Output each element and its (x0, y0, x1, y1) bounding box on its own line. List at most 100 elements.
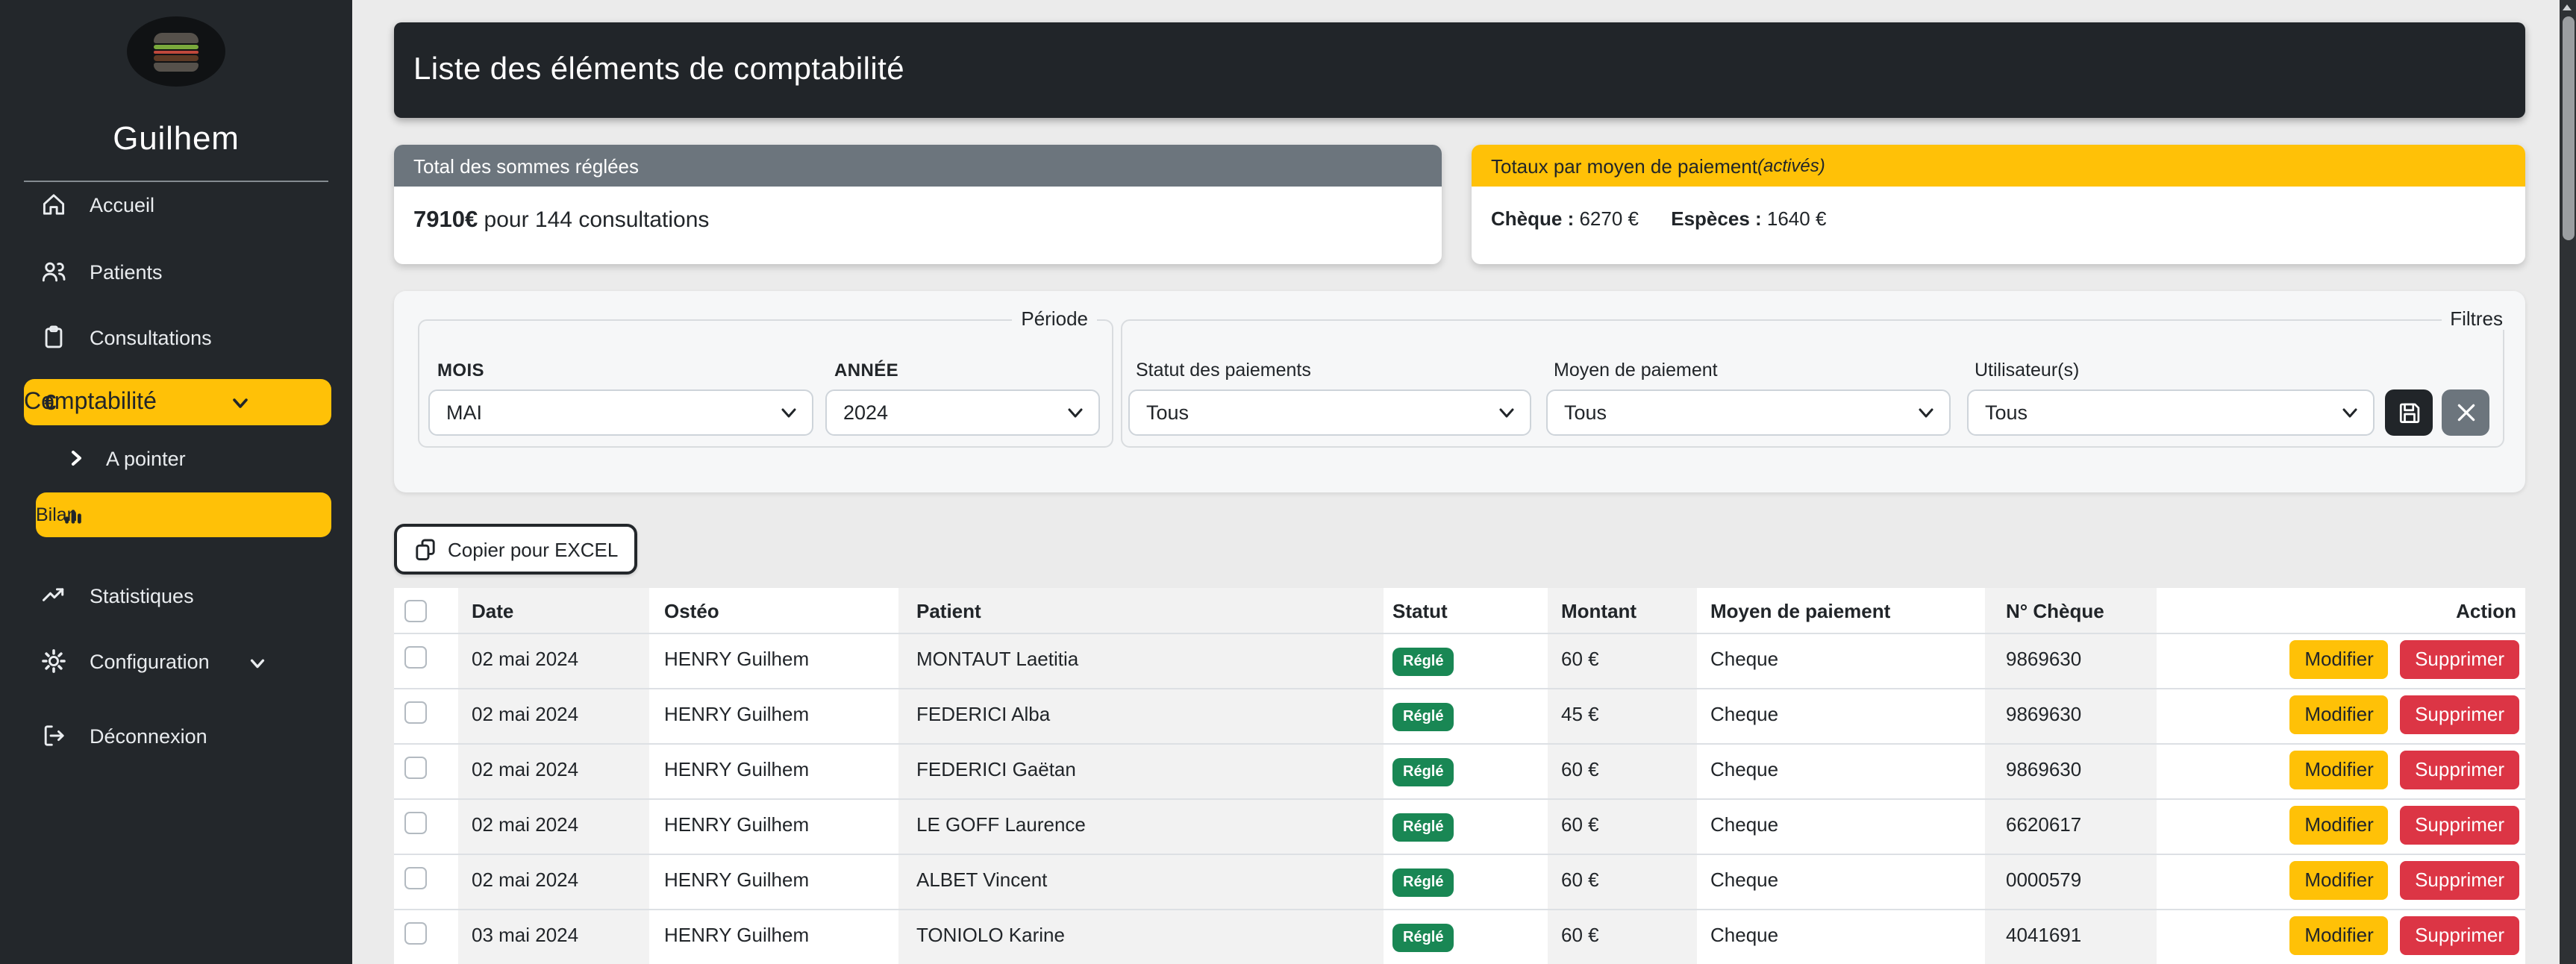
cell-patient: FEDERICI Alba (898, 688, 1384, 743)
cell-osteo: HENRY Guilhem (649, 798, 898, 854)
supprimer-button[interactable]: Supprimer (2400, 806, 2519, 845)
moyen-select-value: Tous (1564, 401, 1607, 424)
card-totaux-title: Totaux par moyen de paiement (1491, 154, 1757, 177)
cell-action: Modifier Supprimer (2157, 909, 2525, 964)
sidebar-item-configuration[interactable]: Configuration (0, 642, 352, 680)
bar-chart-icon (61, 503, 85, 527)
sidebar-item-bilan[interactable]: Bilan (36, 492, 331, 537)
status-badge: Réglé (1392, 924, 1454, 952)
status-badge: Réglé (1392, 758, 1454, 786)
copy-icon (413, 537, 437, 561)
chevron-down-icon (248, 654, 267, 673)
cell-cheque: 4041691 (1985, 909, 2157, 964)
cell-moyen: Cheque (1697, 798, 1985, 854)
cell-montant: 60 € (1548, 743, 1697, 798)
copy-excel-button[interactable]: Copier pour EXCEL (394, 524, 637, 575)
utilisateurs-select-value: Tous (1985, 401, 2028, 424)
scrollbar-thumb[interactable] (2562, 16, 2574, 240)
utilisateurs-select[interactable]: Tous (1967, 389, 2375, 436)
cell-statut: Réglé (1384, 909, 1548, 964)
row-select-cell (394, 798, 458, 854)
row-checkbox[interactable] (404, 757, 427, 779)
row-checkbox[interactable] (404, 812, 427, 834)
sidebar-item-consultations[interactable]: Consultations (0, 318, 352, 357)
sidebar-item-comptabilite[interactable]: € Comptabilité (24, 379, 331, 425)
chevron-down-icon (1918, 407, 1934, 419)
cell-moyen: Cheque (1697, 909, 1985, 964)
especes-total-value: 1640 € (1762, 207, 1827, 230)
cheque-total-label: Chèque : (1491, 207, 1574, 230)
table-row: 02 mai 2024 HENRY Guilhem ALBET Vincent … (394, 854, 2525, 909)
chevron-down-icon (1067, 407, 1084, 419)
sidebar-item-patients[interactable]: Patients (0, 252, 352, 291)
modifier-button[interactable]: Modifier (2289, 861, 2389, 900)
row-checkbox[interactable] (404, 922, 427, 945)
sidebar-item-label: Consultations (90, 326, 212, 348)
col-header-date: Date (458, 588, 649, 633)
cell-moyen: Cheque (1697, 743, 1985, 798)
supprimer-button[interactable]: Supprimer (2400, 861, 2519, 900)
trending-up-icon (40, 582, 67, 609)
sidebar-item-label: Statistiques (90, 584, 194, 607)
col-header-montant: Montant (1548, 588, 1697, 633)
cell-action: Modifier Supprimer (2157, 798, 2525, 854)
col-header-moyen: Moyen de paiement (1697, 588, 1985, 633)
patients-icon (40, 258, 67, 285)
cell-osteo: HENRY Guilhem (649, 909, 898, 964)
status-badge: Réglé (1392, 648, 1454, 676)
sidebar-item-deconnexion[interactable]: Déconnexion (0, 716, 352, 755)
modifier-button[interactable]: Modifier (2289, 695, 2389, 734)
cell-date: 02 mai 2024 (458, 743, 649, 798)
scroll-up-arrow-icon[interactable] (2563, 4, 2572, 10)
supprimer-button[interactable]: Supprimer (2400, 640, 2519, 679)
sidebar-item-a-pointer[interactable]: A pointer (0, 442, 352, 475)
card-totaux-paiement-body: Chèque : 6270 € Espèces : 1640 € (1472, 187, 2525, 230)
sidebar-item-accueil[interactable]: Accueil (0, 185, 352, 224)
supprimer-button[interactable]: Supprimer (2400, 751, 2519, 789)
table-row: 02 mai 2024 HENRY Guilhem MONTAUT Laetit… (394, 633, 2525, 688)
save-icon (2396, 400, 2422, 425)
cell-date: 03 mai 2024 (458, 909, 649, 964)
statut-paiements-select[interactable]: Tous (1128, 389, 1531, 436)
close-icon (2454, 401, 2477, 424)
save-filters-button[interactable] (2385, 389, 2433, 436)
mois-label: MOIS (437, 360, 484, 381)
cell-patient: MONTAUT Laetitia (898, 633, 1384, 688)
row-checkbox[interactable] (404, 701, 427, 724)
moyen-paiement-select[interactable]: Tous (1546, 389, 1951, 436)
modifier-button[interactable]: Modifier (2289, 806, 2389, 845)
app-window: Guilhem Accueil Patients (0, 0, 2576, 964)
cell-montant: 60 € (1548, 854, 1697, 909)
annee-select[interactable]: 2024 (825, 389, 1100, 436)
row-checkbox[interactable] (404, 646, 427, 669)
supprimer-button[interactable]: Supprimer (2400, 916, 2519, 955)
supprimer-button[interactable]: Supprimer (2400, 695, 2519, 734)
sidebar-divider (24, 181, 328, 182)
filter-panel: Période MOIS MAI ANNÉE 2024 Filtres (394, 291, 2525, 492)
clear-filters-button[interactable] (2442, 389, 2489, 436)
modifier-button[interactable]: Modifier (2289, 640, 2389, 679)
row-select-cell (394, 909, 458, 964)
table-row: 03 mai 2024 HENRY Guilhem TONIOLO Karine… (394, 909, 2525, 964)
page-scrollbar[interactable] (2560, 0, 2576, 964)
select-all-checkbox[interactable] (404, 600, 427, 622)
modifier-button[interactable]: Modifier (2289, 916, 2389, 955)
cell-moyen: Cheque (1697, 633, 1985, 688)
card-totaux-paiement-header: Totaux par moyen de paiement (activés) (1472, 145, 2525, 187)
status-badge: Réglé (1392, 813, 1454, 842)
modifier-button[interactable]: Modifier (2289, 751, 2389, 789)
mois-select[interactable]: MAI (428, 389, 813, 436)
main-content: Liste des éléments de comptabilité Total… (352, 0, 2576, 964)
chevron-down-icon (1498, 407, 1515, 419)
sidebar: Guilhem Accueil Patients (0, 0, 352, 964)
euro-icon: € (40, 389, 67, 416)
sidebar-item-statistiques[interactable]: Statistiques (0, 576, 352, 615)
col-header-cheque: N° Chèque (1985, 588, 2157, 633)
row-select-cell (394, 633, 458, 688)
cell-statut: Réglé (1384, 743, 1548, 798)
row-checkbox[interactable] (404, 867, 427, 889)
chevron-right-icon (66, 445, 85, 472)
cheque-total-value: 6270 € (1574, 207, 1639, 230)
cell-date: 02 mai 2024 (458, 854, 649, 909)
cell-statut: Réglé (1384, 798, 1548, 854)
